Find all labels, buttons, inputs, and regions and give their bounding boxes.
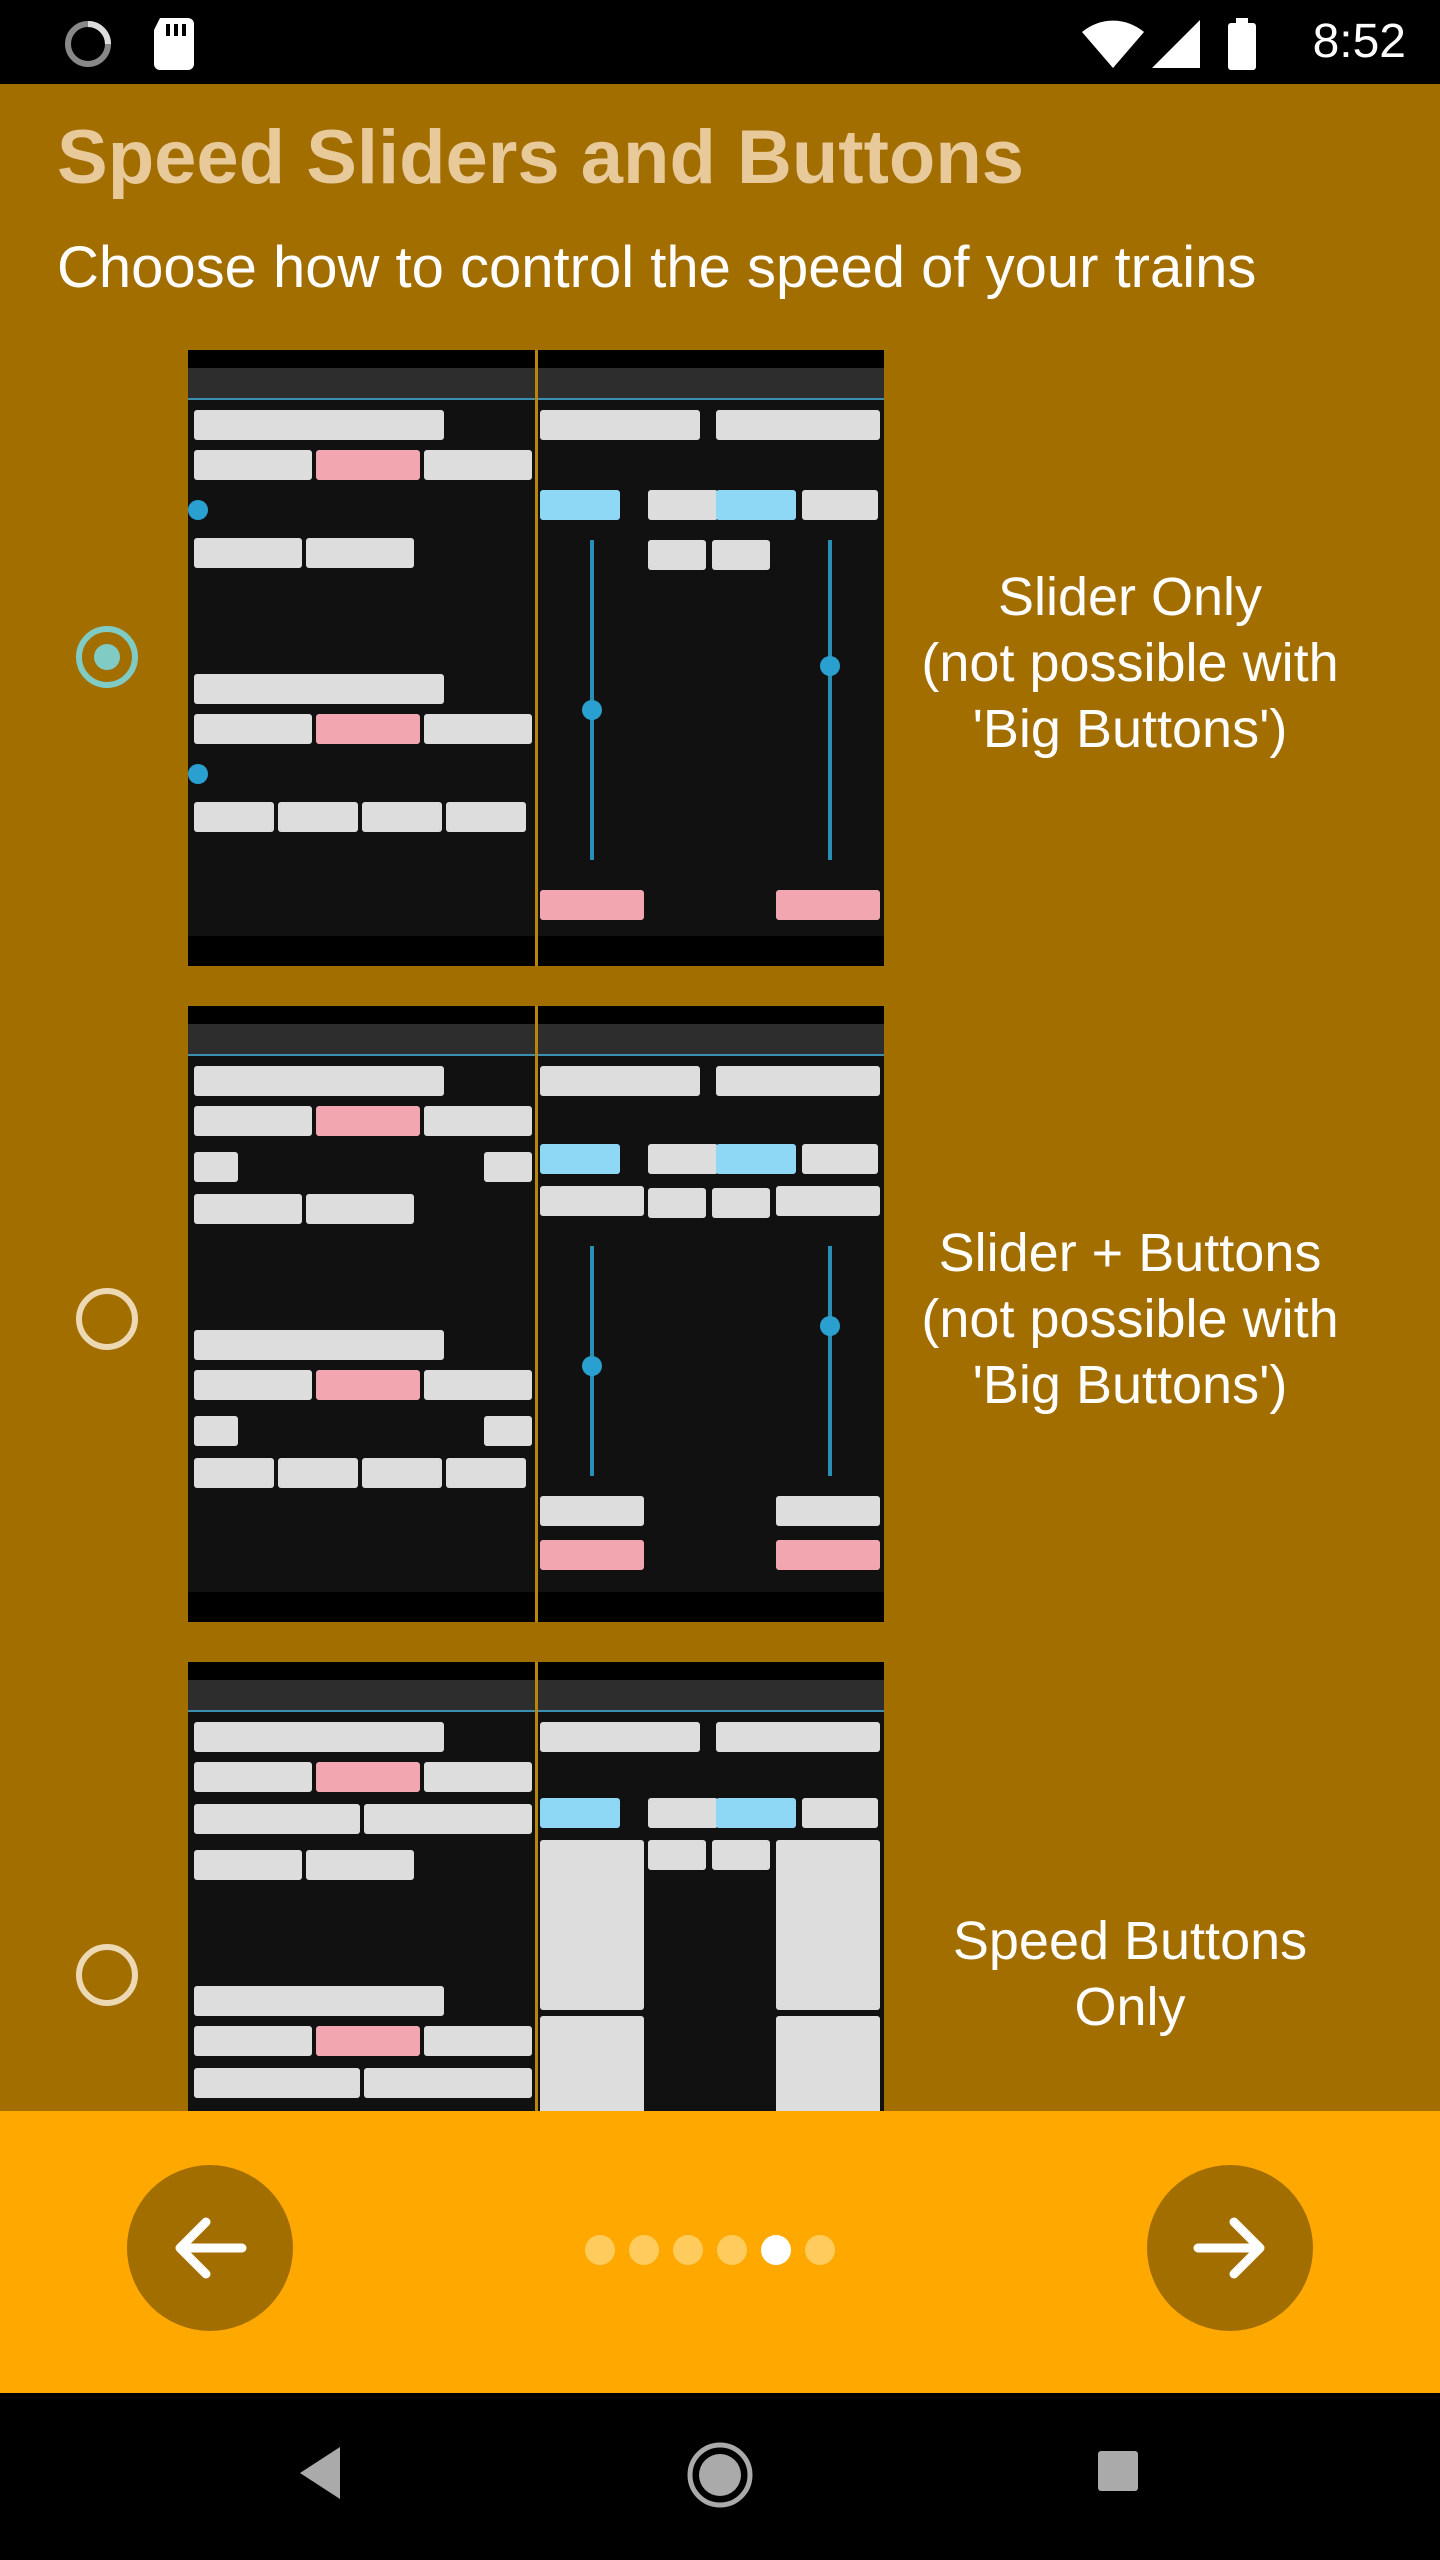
page-indicator [585, 2235, 835, 2265]
preview-two-throttle [188, 350, 538, 966]
option-speed-buttons-label: Speed Buttons Only [952, 1911, 1308, 2037]
page-subtitle: Choose how to control the speed of your … [57, 235, 1257, 300]
page-dot [629, 2235, 659, 2265]
option-slider-only[interactable]: Slider Only (not possible with 'Big Butt… [0, 348, 1440, 968]
page-dot [585, 2235, 615, 2265]
preview-two-throttle [188, 1662, 538, 2111]
next-button[interactable] [1147, 2165, 1313, 2331]
preview-vertical-throttle [537, 350, 884, 966]
battery-icon [1228, 18, 1256, 70]
arrow-right-icon [1193, 2217, 1265, 2279]
nav-home-icon[interactable] [686, 2441, 754, 2509]
radio-slider-only[interactable] [76, 626, 138, 688]
option-slider-buttons-label: Slider + Buttons (not possible with 'Big… [921, 1223, 1339, 1415]
speed-buttons-screenshot [186, 1660, 886, 2111]
slider-only-screenshot [186, 348, 886, 968]
page-dot [717, 2235, 747, 2265]
page-dot [761, 2235, 791, 2265]
arrow-left-icon [175, 2217, 247, 2279]
loading-icon [65, 21, 111, 67]
preview-two-throttle [188, 1006, 538, 1622]
pager-bar [0, 2111, 1440, 2393]
nav-recents-icon[interactable] [1096, 2449, 1140, 2493]
page-dot [673, 2235, 703, 2265]
page-dot [805, 2235, 835, 2265]
nav-back-icon[interactable] [296, 2445, 344, 2501]
option-speed-buttons[interactable]: Speed Buttons Only [0, 1660, 1440, 2111]
back-button[interactable] [127, 2165, 293, 2331]
status-time: 8:52 [1312, 15, 1406, 68]
page-title: Speed Sliders and Buttons [57, 115, 1025, 200]
option-slider-only-label: Slider Only (not possible with 'Big Butt… [921, 567, 1339, 759]
system-nav-bar [0, 2393, 1440, 2560]
option-slider-buttons[interactable]: Slider + Buttons (not possible with 'Big… [0, 1004, 1440, 1624]
sd-card-icon [154, 18, 194, 70]
preview-vertical-throttle [537, 1006, 884, 1622]
slider-buttons-screenshot [186, 1004, 886, 1624]
radio-speed-buttons[interactable] [76, 1944, 138, 2006]
preview-vertical-throttle [537, 1662, 884, 2111]
status-bar: 8:52 [0, 0, 1440, 84]
intro-page: Speed Sliders and Buttons Choose how to … [0, 84, 1440, 2111]
cell-signal-icon [1152, 20, 1200, 68]
radio-slider-buttons[interactable] [76, 1288, 138, 1350]
wifi-icon [1082, 20, 1144, 68]
